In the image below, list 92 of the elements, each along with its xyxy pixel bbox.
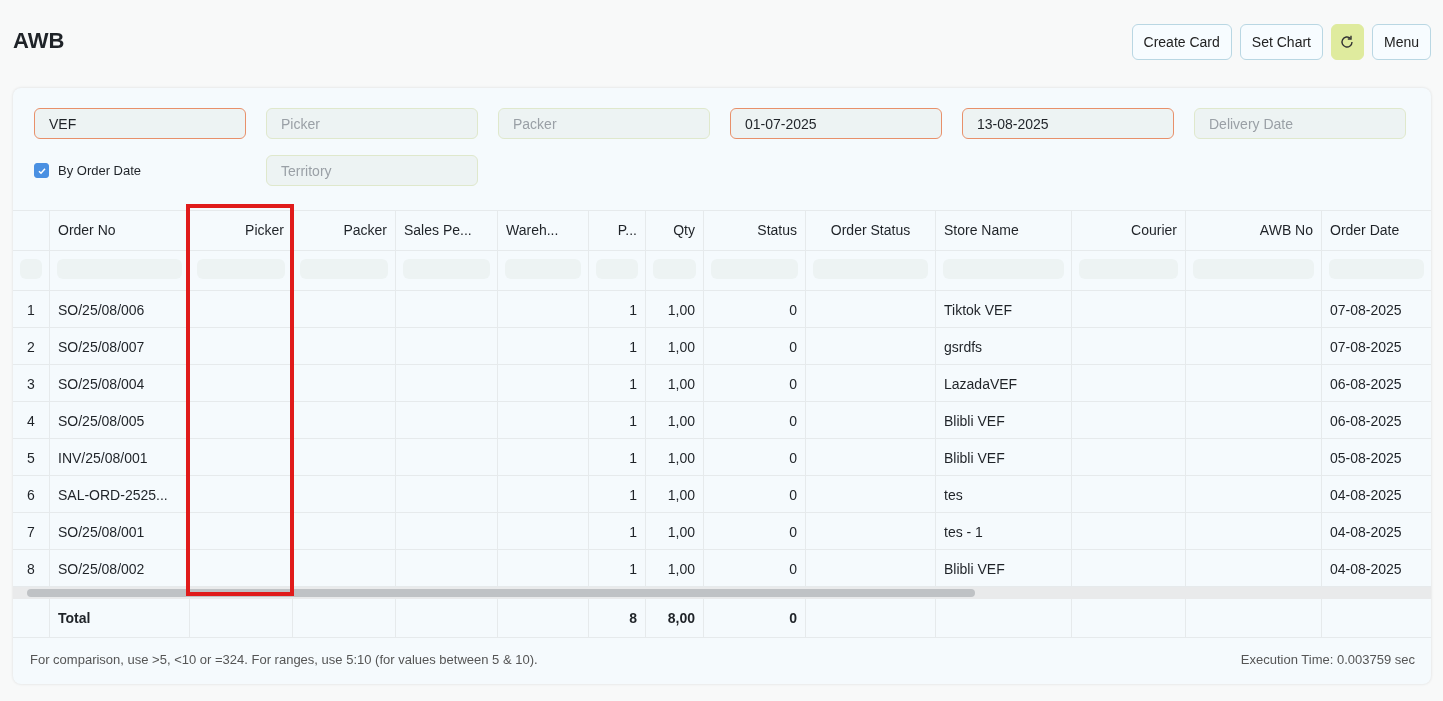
- table-cell: 06-08-2025: [1322, 402, 1431, 438]
- total-cell: 8: [589, 599, 646, 637]
- filter-field[interactable]: 13-08-2025: [962, 108, 1174, 139]
- row-number: 8: [13, 550, 50, 586]
- table-cell: 1,00: [646, 291, 704, 327]
- table-cell: 0: [704, 365, 806, 401]
- table-cell: 1: [589, 365, 646, 401]
- table-cell: 1,00: [646, 513, 704, 549]
- table-cell: 0: [704, 402, 806, 438]
- refresh-button[interactable]: [1330, 23, 1364, 60]
- table-cell: 1: [589, 402, 646, 438]
- table-cell: 1: [589, 476, 646, 512]
- row-number: 7: [13, 513, 50, 549]
- table-cell: SO/25/08/004: [50, 365, 190, 401]
- table-cell: Blibli VEF: [936, 550, 1072, 586]
- table-cell: 0: [704, 513, 806, 549]
- table-cell: 06-08-2025: [1322, 365, 1431, 401]
- table-cell: 07-08-2025: [1322, 291, 1431, 327]
- column-header[interactable]: Order No: [50, 211, 190, 250]
- table-cell: 1: [589, 439, 646, 475]
- filter-field[interactable]: VEF: [34, 108, 246, 139]
- checkbox-label: By Order Date: [58, 163, 142, 178]
- filter-field[interactable]: Delivery Date: [1194, 108, 1406, 139]
- table-cell: INV/25/08/001: [50, 439, 190, 475]
- total-cell: Total: [50, 599, 190, 637]
- table-cell: 04-08-2025: [1322, 550, 1431, 586]
- toolbar-button[interactable]: Create Card: [1131, 23, 1232, 60]
- row-number: 2: [13, 328, 50, 364]
- checkbox[interactable]: [34, 163, 49, 178]
- refresh-icon: [1339, 33, 1356, 50]
- table-cell: 04-08-2025: [1322, 476, 1431, 512]
- table-cell: 1: [589, 550, 646, 586]
- check-icon: [36, 165, 47, 176]
- column-header[interactable]: Picker: [190, 211, 293, 250]
- table-cell: tes: [936, 476, 1072, 512]
- column-header[interactable]: Courier: [1072, 211, 1186, 250]
- column-header[interactable]: P...: [589, 211, 646, 250]
- table-cell: 1,00: [646, 439, 704, 475]
- table-cell: 1,00: [646, 476, 704, 512]
- column-header[interactable]: Sales Pe...: [396, 211, 498, 250]
- table-cell: SO/25/08/007: [50, 328, 190, 364]
- table-cell: 1: [589, 328, 646, 364]
- table-cell: 1,00: [646, 365, 704, 401]
- table-cell: 04-08-2025: [1322, 513, 1431, 549]
- column-header[interactable]: AWB No: [1186, 211, 1322, 250]
- table-cell: 1: [589, 513, 646, 549]
- row-number: 4: [13, 402, 50, 438]
- table-cell: 0: [704, 291, 806, 327]
- filter-field[interactable]: Picker: [266, 108, 478, 139]
- table-cell: 07-08-2025: [1322, 328, 1431, 364]
- page-title: AWB: [13, 28, 65, 54]
- table-cell: Blibli VEF: [936, 402, 1072, 438]
- table-cell: 0: [704, 476, 806, 512]
- table-cell: 1,00: [646, 402, 704, 438]
- filter-field[interactable]: 01-07-2025: [730, 108, 942, 139]
- filter-hint: For comparison, use >5, <10 or =324. For ranges, use 5:10 (for values between 5 & 10).: [30, 652, 538, 667]
- table-cell: tes - 1: [936, 513, 1072, 549]
- table-cell: 1,00: [646, 328, 704, 364]
- table-cell: gsrdfs: [936, 328, 1072, 364]
- table-cell: 1,00: [646, 550, 704, 586]
- horizontal-scrollbar[interactable]: [13, 587, 1431, 599]
- column-header[interactable]: Packer: [293, 211, 396, 250]
- toolbar-button[interactable]: Menu: [1371, 23, 1431, 60]
- filter-field[interactable]: Packer: [498, 108, 710, 139]
- table-cell: SO/25/08/002: [50, 550, 190, 586]
- table-cell: SO/25/08/005: [50, 402, 190, 438]
- table-cell: LazadaVEF: [936, 365, 1072, 401]
- row-number: 5: [13, 439, 50, 475]
- filter-field[interactable]: Territory: [266, 155, 478, 186]
- column-header[interactable]: Status: [704, 211, 806, 250]
- row-number: 1: [13, 291, 50, 327]
- execution-time: Execution Time: 0.003759 sec: [1240, 652, 1415, 667]
- total-cell: 0: [704, 599, 806, 637]
- table-cell: 0: [704, 328, 806, 364]
- table-cell: 0: [704, 550, 806, 586]
- table-cell: 1: [589, 291, 646, 327]
- table-cell: 0: [704, 439, 806, 475]
- column-header[interactable]: Wareh...: [498, 211, 589, 250]
- column-header[interactable]: Order Status: [806, 211, 936, 250]
- table-cell: SO/25/08/001: [50, 513, 190, 549]
- total-cell: 8,00: [646, 599, 704, 637]
- table-cell: 05-08-2025: [1322, 439, 1431, 475]
- table-cell: Tiktok VEF: [936, 291, 1072, 327]
- toolbar-button[interactable]: Set Chart: [1239, 23, 1323, 60]
- table-cell: SO/25/08/006: [50, 291, 190, 327]
- column-header[interactable]: Qty: [646, 211, 704, 250]
- row-number: 3: [13, 365, 50, 401]
- table-cell: SAL-ORD-2525...: [50, 476, 190, 512]
- table-cell: Blibli VEF: [936, 439, 1072, 475]
- row-number: 6: [13, 476, 50, 512]
- column-header[interactable]: Order Date: [1322, 211, 1431, 250]
- column-header[interactable]: Store Name: [936, 211, 1072, 250]
